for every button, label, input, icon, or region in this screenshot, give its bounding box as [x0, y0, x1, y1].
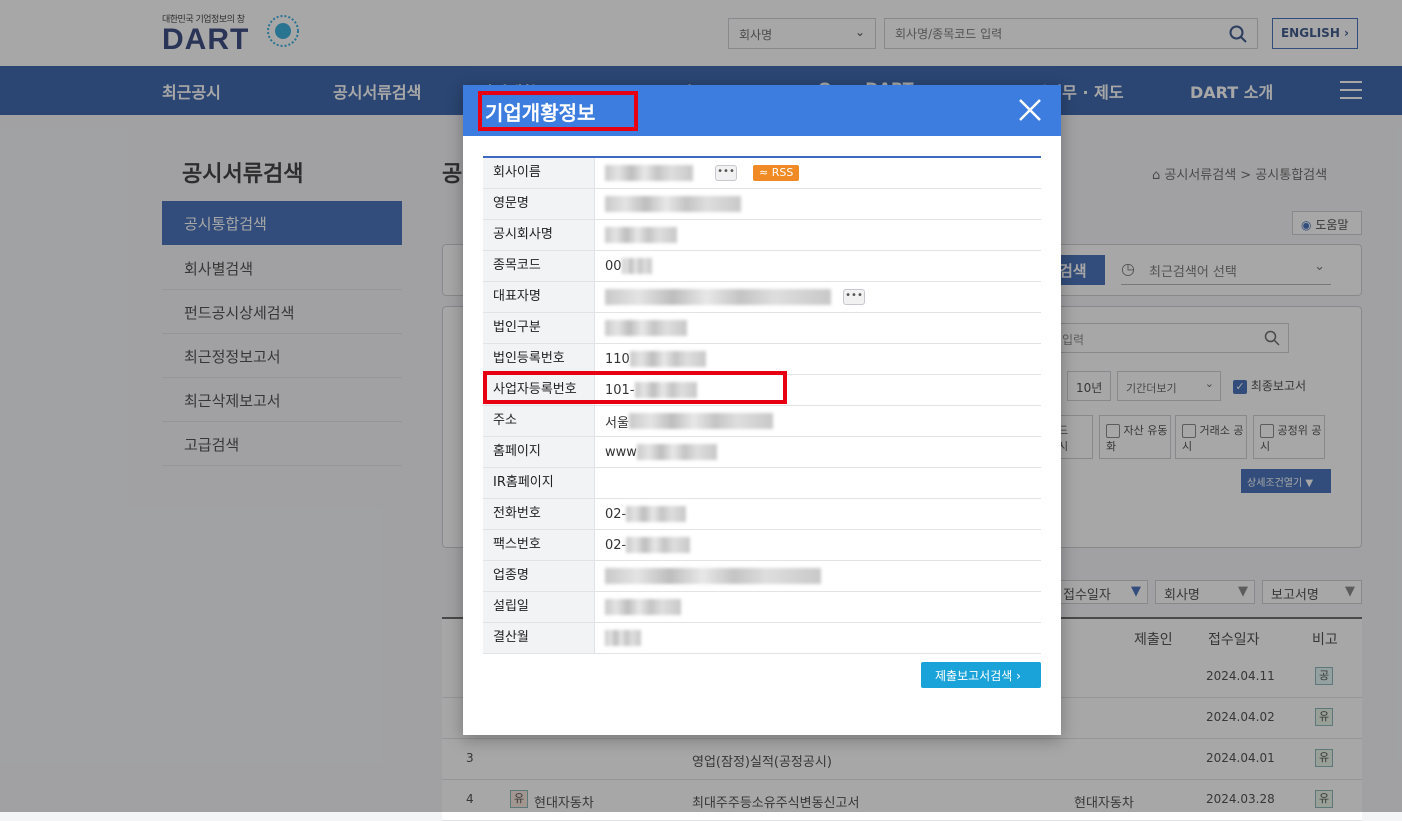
info-row-phone: 전화번호 02-: [483, 499, 1041, 530]
more-icon[interactable]: •••: [843, 289, 865, 305]
info-row-corp-type: 법인구분: [483, 313, 1041, 344]
info-row-fiscal: 결산월: [483, 623, 1041, 654]
info-value[interactable]: www: [605, 445, 637, 460]
info-row-founded: 설립일: [483, 592, 1041, 623]
more-icon[interactable]: •••: [715, 165, 737, 181]
redacted-value: [626, 506, 687, 522]
company-info-modal: 기업개황정보 회사이름 ••• ≈ RSS 영문명 공시회사명 종목코드 00 대표자…: [463, 85, 1061, 735]
info-label: 결산월: [483, 623, 595, 653]
submitted-reports-label: 제출보고서검색: [935, 669, 1013, 683]
info-row-code: 종목코드 00: [483, 251, 1041, 282]
info-row-ceo: 대표자명 •••: [483, 282, 1041, 313]
biz-reg-highlight-box: [483, 371, 787, 404]
redacted-value: [605, 165, 693, 181]
info-label: 법인등록번호: [483, 344, 595, 374]
info-value: 서울: [605, 415, 629, 431]
redacted-value: [629, 351, 706, 367]
close-icon[interactable]: [1017, 97, 1043, 123]
redacted-value: [605, 196, 741, 212]
info-row-address: 주소 서울: [483, 406, 1041, 437]
info-label: 주소: [483, 406, 595, 436]
redacted-value: [605, 568, 821, 584]
redacted-value: [621, 258, 652, 274]
info-label: 설립일: [483, 592, 595, 622]
info-label: 업종명: [483, 561, 595, 591]
info-row-fax: 팩스번호 02-: [483, 530, 1041, 561]
info-value: 02-: [605, 506, 627, 522]
info-label: 공시회사명: [483, 220, 595, 250]
info-row-homepage: 홈페이지 www: [483, 437, 1041, 468]
info-label: 팩스번호: [483, 530, 595, 560]
info-value: 02-: [605, 537, 627, 553]
info-label: 종목코드: [483, 251, 595, 281]
info-row-disclosure: 공시회사명: [483, 220, 1041, 251]
info-label: 법인구분: [483, 313, 595, 343]
rss-label: RSS: [771, 166, 794, 179]
company-info-table: 회사이름 ••• ≈ RSS 영문명 공시회사명 종목코드 00 대표자명 ••• 법인…: [483, 156, 1041, 654]
redacted-value: [605, 630, 641, 646]
info-value: 00: [605, 258, 622, 274]
info-row-name: 회사이름 ••• ≈ RSS: [483, 158, 1041, 189]
redacted-value: [626, 537, 691, 553]
info-label: 홈페이지: [483, 437, 595, 467]
info-value: 110: [605, 351, 630, 367]
info-label: 회사이름: [483, 158, 595, 188]
redacted-value: [636, 444, 717, 460]
info-label: 영문명: [483, 189, 595, 219]
info-label: IR홈페이지: [483, 468, 595, 498]
submitted-reports-button[interactable]: 제출보고서검색 ›: [921, 662, 1041, 688]
info-label: 전화번호: [483, 499, 595, 529]
redacted-value: [605, 599, 681, 615]
title-highlight-box: [478, 91, 638, 131]
info-row-eng: 영문명: [483, 189, 1041, 220]
rss-button[interactable]: ≈ RSS: [753, 165, 800, 181]
redacted-value: [605, 227, 677, 243]
redacted-value: [605, 320, 687, 336]
info-row-ir: IR홈페이지: [483, 468, 1041, 499]
redacted-value: [605, 289, 831, 305]
info-label: 대표자명: [483, 282, 595, 312]
redacted-value: [628, 413, 773, 429]
info-row-industry: 업종명: [483, 561, 1041, 592]
